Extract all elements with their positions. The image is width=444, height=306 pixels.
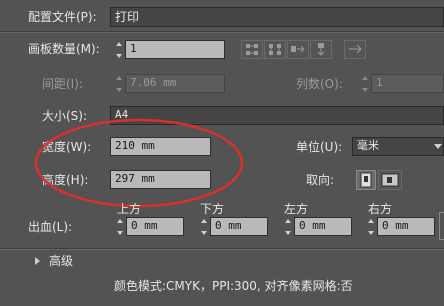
grid-by-row-button[interactable] [241, 40, 263, 59]
bleed-top-stepper[interactable] [115, 218, 124, 236]
bleed-top-input[interactable]: 0 mm [126, 217, 184, 236]
profile-dropdown[interactable]: 打印 [110, 7, 444, 27]
bleed-left-label: 左方 [284, 202, 309, 216]
columns-input[interactable]: 1 [371, 74, 444, 93]
landscape-button[interactable] [378, 170, 402, 190]
grid-by-row-icon [246, 44, 258, 55]
expand-triangle-icon[interactable] [35, 257, 40, 265]
spacing-label: 间距(I): [42, 77, 83, 91]
grid-by-column-button[interactable] [264, 40, 286, 59]
grid-by-column-icon [269, 44, 281, 55]
artboards-stepper[interactable] [114, 41, 123, 59]
bleed-left-input[interactable]: 0 mm [294, 217, 352, 236]
right-to-left-icon [349, 44, 362, 54]
bleed-label: 出血(L): [28, 220, 73, 234]
profile-label: 配置文件(P): [28, 10, 97, 24]
chevron-down-icon [434, 144, 442, 149]
portrait-button[interactable] [356, 170, 376, 190]
spacing-stepper[interactable] [114, 75, 123, 93]
columns-stepper[interactable] [360, 75, 369, 93]
right-to-left-button[interactable] [344, 40, 366, 59]
arrange-by-column-icon [317, 43, 325, 56]
advanced-toggle[interactable]: 高级 [49, 254, 73, 268]
bleed-bottom-input[interactable]: 0 mm [210, 217, 268, 236]
units-dropdown[interactable]: 毫米 [352, 137, 444, 156]
document-summary: 颜色模式:CMYK，PPI:300, 对齐像素网格:否 [114, 279, 353, 293]
size-dropdown[interactable]: A4 [110, 106, 444, 125]
columns-label: 列数(O): [296, 77, 343, 91]
landscape-icon [381, 173, 399, 187]
bleed-right-label: 右方 [368, 202, 393, 216]
artboards-input[interactable]: 1 [125, 40, 225, 59]
height-input[interactable]: 297 mm [110, 170, 211, 189]
width-label: 宽度(W): [42, 140, 92, 154]
bleed-right-input[interactable]: 0 mm [377, 217, 435, 236]
spacing-input[interactable]: 7.06 mm [125, 74, 225, 93]
artboards-label: 画板数量(M): [28, 42, 100, 56]
arrange-by-column-button[interactable] [310, 40, 332, 59]
arrange-by-row-icon [291, 45, 305, 53]
bleed-left-stepper[interactable] [283, 218, 292, 236]
portrait-icon [360, 172, 372, 188]
height-label: 高度(H): [42, 173, 89, 187]
bleed-bottom-stepper[interactable] [199, 218, 208, 236]
size-label: 大小(S): [42, 109, 88, 123]
bleed-bottom-label: 下方 [200, 202, 225, 216]
bleed-right-stepper[interactable] [366, 218, 375, 236]
bleed-top-label: 上方 [117, 202, 142, 216]
arrange-by-row-button[interactable] [287, 40, 309, 59]
width-input[interactable]: 210 mm [110, 137, 211, 156]
units-label: 单位(U): [296, 140, 343, 154]
orientation-label: 取向: [306, 173, 335, 187]
link-bleed-button[interactable] [439, 212, 444, 240]
